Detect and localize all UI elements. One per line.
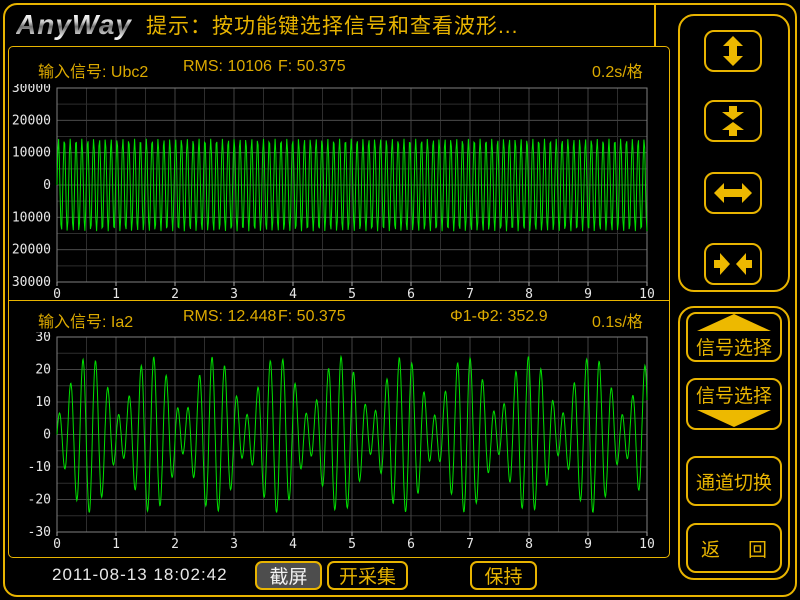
svg-text:9: 9 — [584, 537, 592, 552]
svg-text:4: 4 — [289, 287, 297, 300]
channel-switch-label: 通道切换 — [696, 468, 772, 495]
channel1-header: 输入信号: Ubc2 RMS: 10106 F: 50.375 0.2s/格 — [10, 58, 668, 82]
channel2-waveform-chart: 0 1 2 3 4 5 6 7 8 9 10 30 20 10 0 -10 -20 -30 — [10, 332, 670, 554]
svg-text:1: 1 — [112, 287, 120, 300]
channel1-rms-value: RMS: 10106 — [183, 58, 272, 76]
channel-switch-button[interactable]: 通道切换 — [686, 456, 782, 506]
svg-text:2: 2 — [171, 287, 179, 300]
horizontal-compress-button[interactable] — [704, 243, 762, 285]
compress-horizontal-icon — [713, 248, 753, 280]
channel2-timebase: 0.1s/格 — [592, 308, 643, 332]
panel-divider — [8, 300, 670, 301]
svg-text:9: 9 — [584, 287, 592, 300]
svg-text:-30000: -30000 — [10, 275, 51, 290]
channel2-frequency-value: F: 50.375 — [278, 308, 346, 326]
signal-select-up-button[interactable]: 信号选择 — [686, 312, 782, 362]
signal-select-down-label: 信号选择 — [696, 381, 772, 408]
vertical-compress-button[interactable] — [704, 100, 762, 142]
back-label-right: 回 — [748, 535, 767, 562]
triangle-down-icon — [697, 410, 771, 427]
triangle-up-icon — [697, 314, 771, 331]
svg-text:-10: -10 — [28, 460, 51, 475]
svg-text:6: 6 — [407, 287, 415, 300]
title-bar: AnyWay 提示：按功能键选择信号和查看波形... — [4, 4, 656, 46]
channel1-waveform-chart: 0 1 2 3 4 5 6 7 8 9 10 30000 20000 10000 0 -10000 -20000… — [10, 84, 670, 300]
channel2-rms-value: RMS: 12.448 — [183, 308, 276, 326]
channel2-header: 输入信号: Ia2 RMS: 12.448 F: 50.375 Φ1-Φ2: 3… — [10, 308, 668, 332]
back-label-left: 返 — [701, 535, 720, 562]
horizontal-expand-button[interactable] — [704, 172, 762, 214]
signal-select-down-button[interactable]: 信号选择 — [686, 378, 782, 430]
channel2-phase-diff-value: Φ1-Φ2: 352.9 — [450, 308, 548, 326]
svg-text:0: 0 — [53, 537, 61, 552]
svg-text:30000: 30000 — [12, 84, 51, 96]
function-button-group: 信号选择 信号选择 通道切换 返 回 — [678, 306, 790, 580]
svg-text:2: 2 — [171, 537, 179, 552]
start-acquisition-button[interactable]: 开采集 — [327, 561, 408, 590]
zoom-button-group — [678, 14, 790, 292]
svg-text:10: 10 — [639, 287, 655, 300]
vertical-expand-button[interactable] — [704, 30, 762, 72]
svg-text:3: 3 — [230, 537, 238, 552]
svg-text:3: 3 — [230, 287, 238, 300]
svg-text:10: 10 — [35, 395, 51, 410]
svg-text:5: 5 — [348, 537, 356, 552]
analyzer-screen: AnyWay 提示：按功能键选择信号和查看波形... 输入信号: Ubc2 RM… — [0, 0, 800, 600]
back-button[interactable]: 返 回 — [686, 523, 782, 573]
svg-text:-20000: -20000 — [10, 243, 51, 258]
compress-vertical-icon — [713, 105, 753, 137]
svg-text:7: 7 — [466, 537, 474, 552]
channel2-signal-label: 输入信号: Ia2 — [38, 308, 133, 332]
svg-text:-10000: -10000 — [10, 210, 51, 225]
svg-text:6: 6 — [407, 537, 415, 552]
svg-text:7: 7 — [466, 287, 474, 300]
channel1-frequency-value: F: 50.375 — [278, 58, 346, 76]
datetime-display: 2011-08-13 18:02:42 — [52, 565, 228, 585]
expand-horizontal-icon — [713, 177, 753, 209]
channel1-timebase: 0.2s/格 — [592, 58, 643, 82]
svg-text:10000: 10000 — [12, 146, 51, 161]
svg-text:20000: 20000 — [12, 113, 51, 128]
svg-text:0: 0 — [43, 178, 51, 193]
svg-text:0: 0 — [53, 287, 61, 300]
svg-text:20: 20 — [35, 363, 51, 378]
expand-vertical-icon — [713, 35, 753, 67]
svg-text:0: 0 — [43, 428, 51, 443]
svg-text:8: 8 — [525, 287, 533, 300]
svg-text:1: 1 — [112, 537, 120, 552]
tip-message: 提示：按功能键选择信号和查看波形... — [146, 10, 519, 40]
svg-text:-30: -30 — [28, 525, 51, 540]
svg-text:10: 10 — [639, 537, 655, 552]
screenshot-button[interactable]: 截屏 — [255, 561, 322, 590]
svg-text:5: 5 — [348, 287, 356, 300]
hold-button[interactable]: 保持 — [470, 561, 537, 590]
svg-text:8: 8 — [525, 537, 533, 552]
anyway-logo: AnyWay — [16, 9, 132, 41]
svg-text:4: 4 — [289, 537, 297, 552]
svg-text:-20: -20 — [28, 493, 51, 508]
signal-select-up-label: 信号选择 — [696, 333, 772, 360]
channel1-signal-label: 输入信号: Ubc2 — [38, 58, 148, 82]
svg-text:30: 30 — [35, 332, 51, 345]
